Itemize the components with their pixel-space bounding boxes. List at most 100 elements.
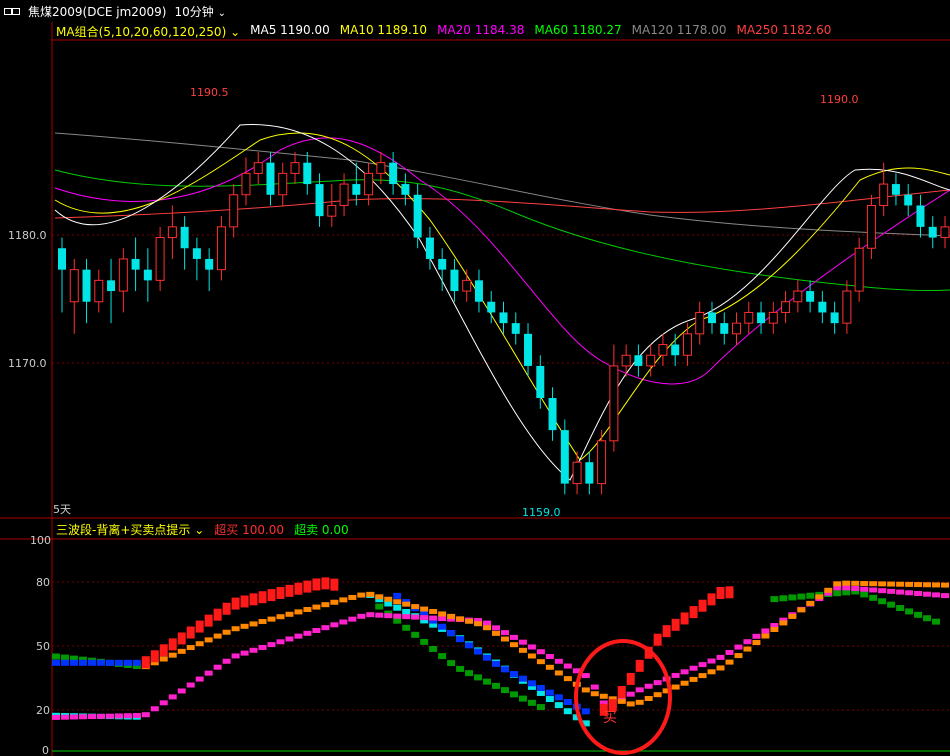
blue-bar [69,659,78,666]
pink-bar [150,706,159,712]
blue-bar [96,659,105,666]
red-bar [249,593,258,606]
candle-down [499,312,508,324]
pink-bar [887,588,896,594]
pink-bar [186,682,195,688]
orange-bar [321,602,330,608]
blue-bar [501,666,509,673]
orange-bar [797,607,806,613]
pink-bar [357,613,366,619]
blue-bar [536,685,545,691]
candle-down [487,301,496,313]
pink-bar [303,630,312,636]
pink-bar [78,714,87,720]
blue-bar [132,659,141,666]
pink-bar [626,691,635,697]
candle-down [58,248,66,270]
candle-down [401,184,410,195]
green-bar [492,682,500,689]
pink-bar [536,649,545,655]
pink-bar [851,586,860,592]
pink-bar [878,588,887,594]
red-bar [204,614,213,627]
pink-bar [914,590,923,596]
red-bar [698,599,707,612]
sub-indicator-bars [52,577,949,727]
days-label: 5天 [53,503,71,516]
orange-bar [258,619,267,625]
blue-bar [465,642,474,649]
orange-bar [563,676,572,682]
candle-down [536,365,545,399]
blue-bar [78,659,87,666]
candle-up [744,311,754,324]
orange-bar [240,623,249,629]
high-annotation-left: 1190.5 [190,86,229,99]
candle-down [303,162,312,185]
orange-bar [752,640,761,646]
orange-bar [294,609,303,615]
candle-up [940,226,950,239]
sub-tick-20: 20 [36,704,50,717]
candle-down [904,194,913,206]
kline-chart[interactable]: 1180.0 1170.0 100 80 50 20 0 1190.5 1190… [0,0,950,756]
candle-up [842,290,852,324]
pink-bar [195,676,204,682]
orange-bar [788,613,797,619]
candle-up [253,162,263,174]
orange-bar [617,698,626,704]
orange-bar [590,691,599,697]
orange-bar [725,659,734,665]
candle-down [180,226,189,249]
pink-bar [752,633,761,639]
green-bar [923,615,932,622]
pink-bar [420,615,429,621]
red-bar [213,608,222,621]
pink-bar [123,713,132,719]
pink-bar [96,713,105,719]
orange-bar [231,626,240,632]
pink-bar [204,670,213,676]
orange-bar [384,596,393,602]
buy-signal-mark: 买 [603,710,617,726]
candle-up [621,354,631,367]
pink-bar [689,665,698,671]
blue-bar [545,689,554,696]
orange-bar [887,581,896,587]
candle-down [82,269,91,302]
orange-bar [878,581,887,587]
candle-up [364,172,374,196]
candle-up [658,344,668,356]
green-bar [438,653,447,660]
orange-bar [330,599,339,605]
red-bar [159,644,168,657]
candle-up [866,204,876,249]
blue-bar [483,654,492,661]
pink-bar [213,664,222,670]
candle-down [560,430,569,484]
pink-bar [375,612,384,618]
pink-bar [725,649,734,655]
candle-up [376,162,386,174]
red-bar [276,586,285,599]
green-bar [420,638,429,645]
orange-bar [447,613,456,619]
candle-down [474,280,483,302]
orange-bar [842,580,851,586]
orange-bar [779,620,788,626]
pink-bar [222,658,231,664]
orange-bar [869,581,878,587]
blue-bar [563,699,572,705]
orange-bar [168,652,177,658]
pink-bar [249,647,258,653]
red-bar [141,656,150,669]
candle-up [339,183,349,206]
candle-down [548,398,557,431]
candle-up [155,237,165,281]
ma120-line [54,132,950,237]
candle-up [854,247,864,292]
orange-bar [680,680,689,686]
orange-bar [501,636,509,642]
green-bar [429,645,438,652]
red-bar [662,625,671,638]
